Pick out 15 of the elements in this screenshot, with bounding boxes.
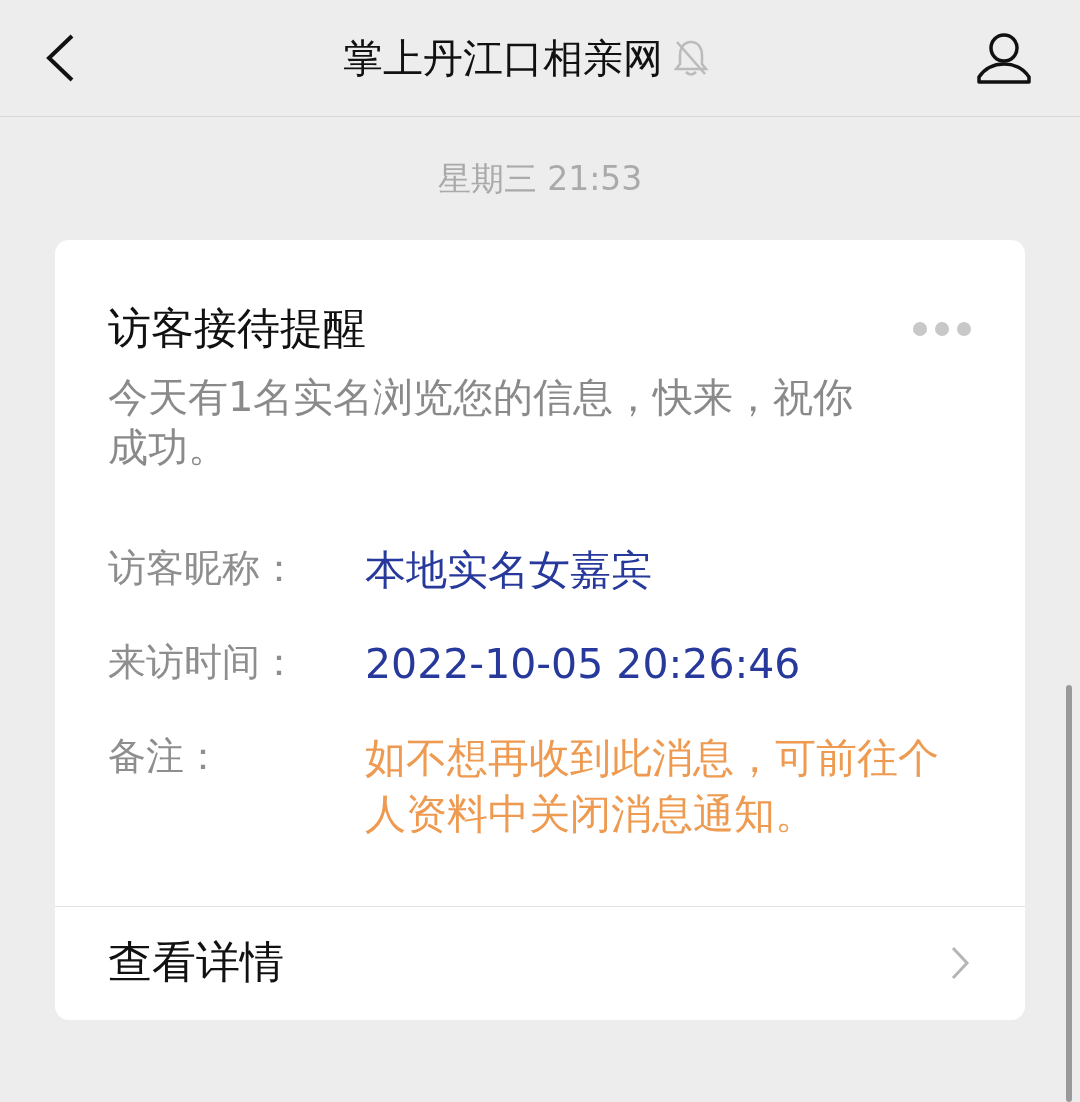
scrollbar[interactable] <box>1066 685 1072 1102</box>
card-description: 今天有1名实名浏览您的信息，快来，祝你成功。 <box>108 373 855 472</box>
chat-title: 掌上丹江口相亲网 <box>343 33 663 83</box>
back-button[interactable] <box>44 33 76 83</box>
card-title: 访客接待提醒 <box>108 302 366 355</box>
field-label: 来访时间： <box>108 639 299 686</box>
field-label: 访客昵称： <box>108 545 299 592</box>
chevron-right-icon <box>950 944 970 981</box>
note-text: 如不想再收到此消息，可前往个人资料中关闭消息通知。 <box>365 733 940 840</box>
field-value: 本地实名女嘉宾 <box>365 545 653 596</box>
field-value: 2022-10-05 20:26:46 <box>365 639 802 690</box>
details-link[interactable]: 查看详情 <box>55 906 1025 1020</box>
field-label: 备注： <box>108 733 223 780</box>
message-timestamp: 星期三 21:53 <box>437 159 643 198</box>
profile-button[interactable] <box>976 30 1032 86</box>
